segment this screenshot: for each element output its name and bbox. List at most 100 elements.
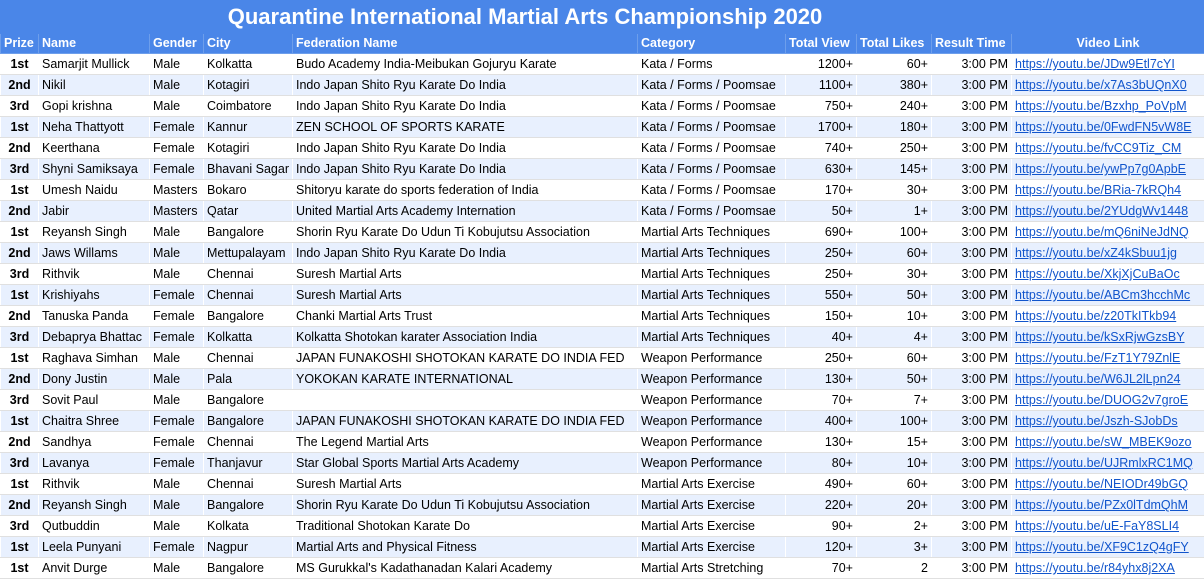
result-time-cell[interactable]: 3:00 PM — [930, 389, 1013, 411]
views-cell[interactable]: 250+ — [785, 242, 857, 264]
prize-cell[interactable]: 2nd — [0, 431, 39, 453]
name-cell[interactable]: Jabir — [38, 200, 150, 222]
video-link[interactable]: https://youtu.be/x7As3bUQnX0 — [1015, 78, 1187, 92]
city-cell[interactable]: Chennai — [203, 284, 293, 306]
category-cell[interactable]: Kata / Forms / Poomsae — [637, 137, 786, 159]
city-cell[interactable]: Bangalore — [203, 557, 293, 579]
prize-cell[interactable]: 3rd — [0, 389, 39, 411]
prize-cell[interactable]: 1st — [0, 557, 39, 579]
prize-cell[interactable]: 3rd — [0, 158, 39, 180]
result-time-cell[interactable]: 3:00 PM — [930, 116, 1013, 138]
likes-cell[interactable]: 4+ — [856, 326, 932, 348]
video-link-cell[interactable]: https://youtu.be/W6JL2lLpn24 — [1011, 368, 1204, 390]
gender-cell[interactable]: Male — [149, 74, 204, 96]
federation-cell[interactable]: Traditional Shotokan Karate Do — [292, 515, 638, 537]
likes-cell[interactable]: 60+ — [856, 347, 932, 369]
city-cell[interactable]: Kannur — [203, 116, 293, 138]
likes-cell[interactable]: 50+ — [856, 368, 932, 390]
likes-cell[interactable]: 3+ — [856, 536, 932, 558]
city-cell[interactable]: Kolkata — [203, 515, 293, 537]
header-name[interactable]: Name — [38, 33, 150, 54]
video-link[interactable]: https://youtu.be/JDw9Etl7cYI — [1015, 57, 1175, 71]
name-cell[interactable]: Anvit Durge — [38, 557, 150, 579]
city-cell[interactable]: Chennai — [203, 263, 293, 285]
result-time-cell[interactable]: 3:00 PM — [930, 95, 1013, 117]
category-cell[interactable]: Martial Arts Exercise — [637, 494, 786, 516]
result-time-cell[interactable]: 3:00 PM — [930, 74, 1013, 96]
category-cell[interactable]: Kata / Forms / Poomsae — [637, 116, 786, 138]
federation-cell[interactable]: Shorin Ryu Karate Do Udun Ti Kobujutsu A… — [292, 221, 638, 243]
likes-cell[interactable]: 250+ — [856, 137, 932, 159]
views-cell[interactable]: 170+ — [785, 179, 857, 201]
likes-cell[interactable]: 10+ — [856, 452, 932, 474]
views-cell[interactable]: 120+ — [785, 536, 857, 558]
likes-cell[interactable]: 145+ — [856, 158, 932, 180]
video-link[interactable]: https://youtu.be/DUOG2v7groE — [1015, 393, 1188, 407]
category-cell[interactable]: Martial Arts Techniques — [637, 284, 786, 306]
category-cell[interactable]: Martial Arts Exercise — [637, 473, 786, 495]
gender-cell[interactable]: Male — [149, 53, 204, 75]
likes-cell[interactable]: 7+ — [856, 389, 932, 411]
video-link[interactable]: https://youtu.be/z20TkITkb94 — [1015, 309, 1176, 323]
federation-cell[interactable]: YOKOKAN KARATE INTERNATIONAL — [292, 368, 638, 390]
views-cell[interactable]: 70+ — [785, 389, 857, 411]
prize-cell[interactable]: 3rd — [0, 326, 39, 348]
video-link[interactable]: https://youtu.be/BRia-7kRQh4 — [1015, 183, 1181, 197]
category-cell[interactable]: Kata / Forms / Poomsae — [637, 158, 786, 180]
name-cell[interactable]: Sovit Paul — [38, 389, 150, 411]
result-time-cell[interactable]: 3:00 PM — [930, 473, 1013, 495]
video-link-cell[interactable]: https://youtu.be/2YUdgWv1448 — [1011, 200, 1204, 222]
city-cell[interactable]: Chennai — [203, 431, 293, 453]
video-link-cell[interactable]: https://youtu.be/z20TkITkb94 — [1011, 305, 1204, 327]
city-cell[interactable]: Mettupalayam — [203, 242, 293, 264]
category-cell[interactable]: Kata / Forms / Poomsae — [637, 200, 786, 222]
video-link[interactable]: https://youtu.be/ywPp7g0ApbE — [1015, 162, 1186, 176]
category-cell[interactable]: Kata / Forms / Poomsae — [637, 95, 786, 117]
video-link[interactable]: https://youtu.be/uE-FaY8SLI4 — [1015, 519, 1179, 533]
likes-cell[interactable]: 20+ — [856, 494, 932, 516]
prize-cell[interactable]: 1st — [0, 53, 39, 75]
views-cell[interactable]: 1700+ — [785, 116, 857, 138]
name-cell[interactable]: Neha Thattyott — [38, 116, 150, 138]
name-cell[interactable]: Samarjit Mullick — [38, 53, 150, 75]
gender-cell[interactable]: Male — [149, 95, 204, 117]
result-time-cell[interactable]: 3:00 PM — [930, 326, 1013, 348]
likes-cell[interactable]: 100+ — [856, 410, 932, 432]
likes-cell[interactable]: 180+ — [856, 116, 932, 138]
city-cell[interactable]: Coimbatore — [203, 95, 293, 117]
gender-cell[interactable]: Male — [149, 221, 204, 243]
name-cell[interactable]: Qutbuddin — [38, 515, 150, 537]
gender-cell[interactable]: Male — [149, 557, 204, 579]
federation-cell[interactable]: Martial Arts and Physical Fitness — [292, 536, 638, 558]
views-cell[interactable]: 150+ — [785, 305, 857, 327]
category-cell[interactable]: Kata / Forms / Poomsae — [637, 179, 786, 201]
prize-cell[interactable]: 2nd — [0, 74, 39, 96]
result-time-cell[interactable]: 3:00 PM — [930, 515, 1013, 537]
result-time-cell[interactable]: 3:00 PM — [930, 179, 1013, 201]
views-cell[interactable]: 690+ — [785, 221, 857, 243]
category-cell[interactable]: Martial Arts Stretching — [637, 557, 786, 579]
federation-cell[interactable]: Indo Japan Shito Ryu Karate Do India — [292, 95, 638, 117]
name-cell[interactable]: Shyni Samiksaya — [38, 158, 150, 180]
views-cell[interactable]: 250+ — [785, 347, 857, 369]
views-cell[interactable]: 550+ — [785, 284, 857, 306]
header-video-link[interactable]: Video Link — [1011, 33, 1204, 54]
name-cell[interactable]: Nikil — [38, 74, 150, 96]
views-cell[interactable]: 630+ — [785, 158, 857, 180]
name-cell[interactable]: Debaprya Bhattac — [38, 326, 150, 348]
category-cell[interactable]: Weapon Performance — [637, 431, 786, 453]
likes-cell[interactable]: 2+ — [856, 515, 932, 537]
header-views[interactable]: Total View — [785, 33, 857, 54]
federation-cell[interactable]: JAPAN FUNAKOSHI SHOTOKAN KARATE DO INDIA… — [292, 347, 638, 369]
prize-cell[interactable]: 1st — [0, 116, 39, 138]
likes-cell[interactable]: 1+ — [856, 200, 932, 222]
prize-cell[interactable]: 1st — [0, 536, 39, 558]
video-link[interactable]: https://youtu.be/mQ6niNeJdNQ — [1015, 225, 1189, 239]
gender-cell[interactable]: Female — [149, 305, 204, 327]
likes-cell[interactable]: 10+ — [856, 305, 932, 327]
result-time-cell[interactable]: 3:00 PM — [930, 431, 1013, 453]
prize-cell[interactable]: 1st — [0, 473, 39, 495]
federation-cell[interactable]: Star Global Sports Martial Arts Academy — [292, 452, 638, 474]
name-cell[interactable]: Reyansh Singh — [38, 494, 150, 516]
prize-cell[interactable]: 2nd — [0, 368, 39, 390]
